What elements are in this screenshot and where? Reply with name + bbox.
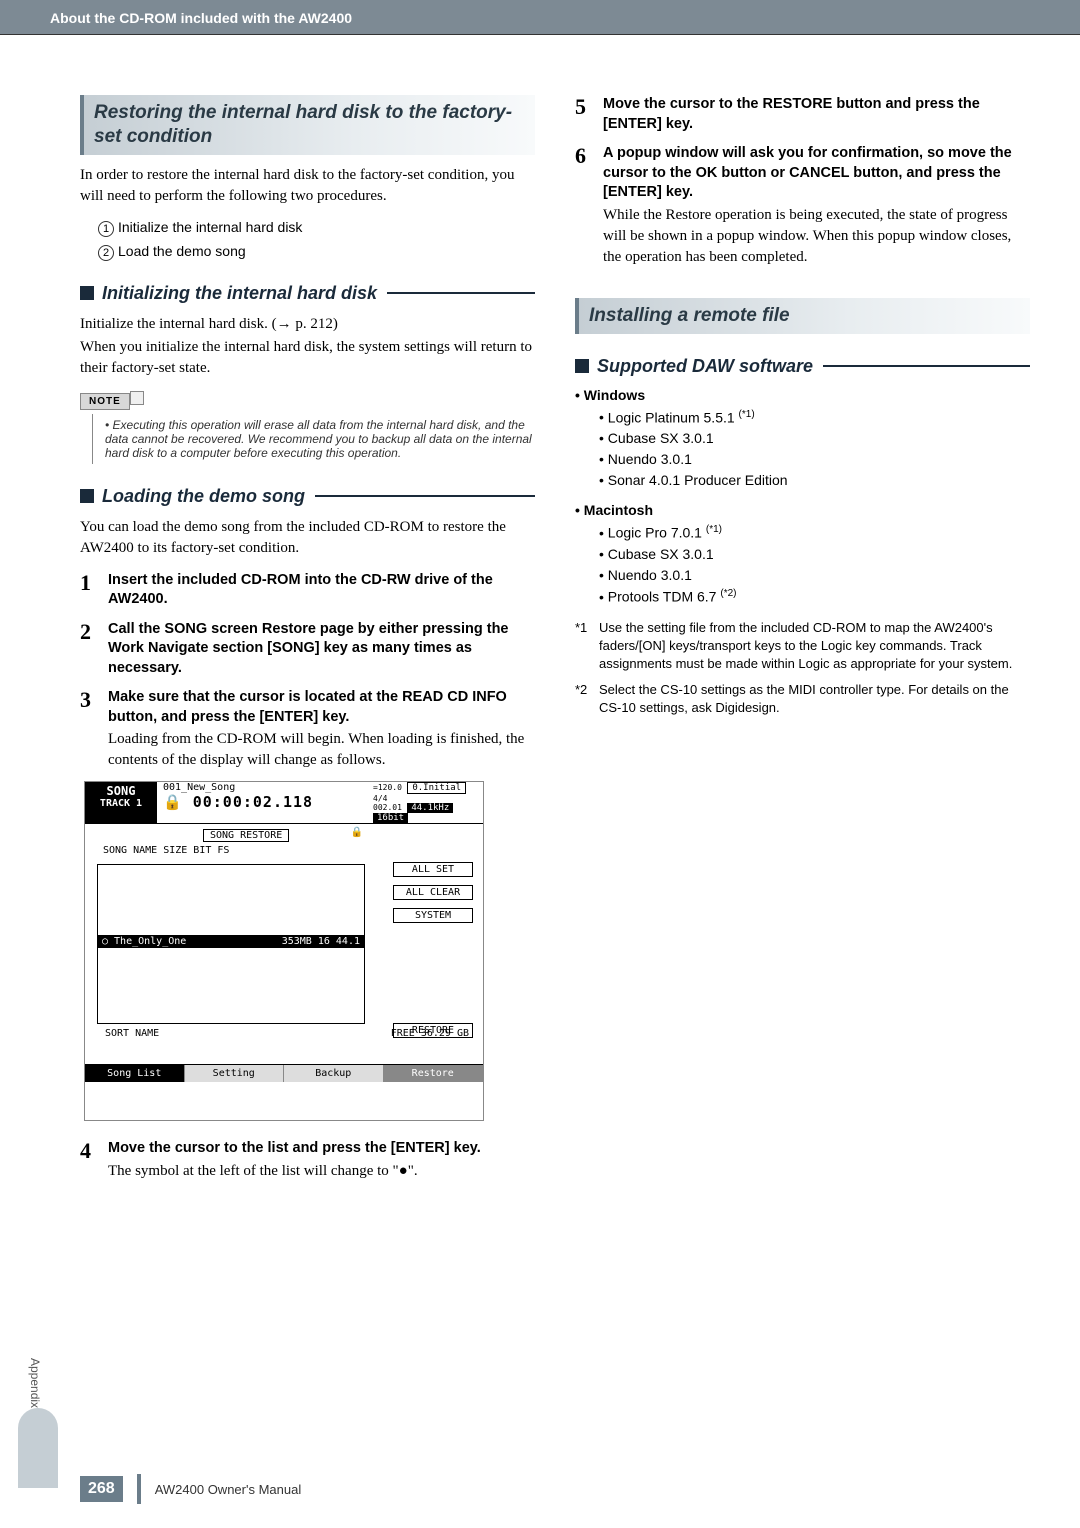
procedure-1: 1Initialize the internal hard disk bbox=[98, 219, 535, 237]
step-num: 6 bbox=[575, 144, 603, 268]
init-p2: When you initialize the internal hard di… bbox=[80, 337, 535, 379]
step-1: 1 Insert the included CD-ROM into the CD… bbox=[80, 571, 535, 610]
tab-setting[interactable]: Setting bbox=[185, 1065, 285, 1082]
mac-heading: • Macintosh bbox=[575, 502, 1030, 518]
step-num: 2 bbox=[80, 620, 108, 679]
section-title-install: Installing a remote file bbox=[575, 298, 1030, 334]
daw-item: Cubase SX 3.0.1 bbox=[599, 430, 1030, 446]
song-list[interactable]: ○ The_Only_One 353MB 16 44.1 bbox=[97, 864, 365, 1024]
screenshot-tabs: Song List Setting Backup Restore bbox=[85, 1064, 483, 1082]
restore-button[interactable]: RESTORE bbox=[393, 1023, 473, 1038]
screenshot-meter: =120.0 0.Initial 4/4 002.01 44.1kHz 16bi… bbox=[373, 782, 483, 823]
right-column: 5 Move the cursor to the RESTORE button … bbox=[575, 95, 1030, 1192]
intro-paragraph: In order to restore the internal hard di… bbox=[80, 165, 535, 207]
daw-item: Protools TDM 6.7 (*2) bbox=[599, 588, 1030, 605]
circled-2: 2 bbox=[98, 245, 114, 261]
appendix-tab: Appendix bbox=[28, 1358, 42, 1408]
screenshot-songinfo: 001_New_Song 🔒 00:00:02.118 bbox=[157, 782, 373, 823]
page-footer: 268 AW2400 Owner's Manual bbox=[80, 1474, 301, 1504]
lock-icon: 🔒 bbox=[351, 827, 363, 838]
footer-bar-icon bbox=[137, 1474, 141, 1504]
loading-intro: You can load the demo song from the incl… bbox=[80, 517, 535, 559]
windows-heading: • Windows bbox=[575, 387, 1030, 403]
step-2: 2 Call the SONG screen Restore page by e… bbox=[80, 620, 535, 679]
screenshot-body: SONG RESTORE SONG NAME SIZE BIT FS 🔒 ALL… bbox=[85, 824, 483, 1064]
step-num: 4 bbox=[80, 1139, 108, 1182]
mac-list: Logic Pro 7.0.1 (*1) Cubase SX 3.0.1 Nue… bbox=[599, 524, 1030, 604]
tab-songlist[interactable]: Song List bbox=[85, 1065, 185, 1082]
step-3: 3 Make sure that the cursor is located a… bbox=[80, 688, 535, 771]
step-5: 5 Move the cursor to the RESTORE button … bbox=[575, 95, 1030, 134]
procedure-list: 1Initialize the internal hard disk 2Load… bbox=[98, 219, 535, 261]
daw-item: Nuendo 3.0.1 bbox=[599, 567, 1030, 583]
screenshot-header: SONG TRACK 1 001_New_Song 🔒 00:00:02.118… bbox=[85, 782, 483, 824]
left-column: Restoring the internal hard disk to the … bbox=[80, 95, 535, 1192]
song-restore-screenshot: SONG TRACK 1 001_New_Song 🔒 00:00:02.118… bbox=[84, 781, 484, 1121]
note-box: NOTE • Executing this operation will era… bbox=[80, 391, 535, 464]
all-set-button[interactable]: ALL SET bbox=[393, 862, 473, 877]
side-buttons: ALL SET ALL CLEAR SYSTEM bbox=[393, 862, 473, 931]
subheading-daw: Supported DAW software bbox=[575, 356, 1030, 377]
page-header: About the CD-ROM included with the AW240… bbox=[0, 0, 1080, 35]
footnote-1: *1 Use the setting file from the include… bbox=[575, 619, 1030, 674]
step-num: 5 bbox=[575, 95, 603, 134]
footnote-2: *2 Select the CS-10 settings as the MIDI… bbox=[575, 681, 1030, 717]
manual-title: AW2400 Owner's Manual bbox=[155, 1482, 302, 1497]
step-num: 1 bbox=[80, 571, 108, 610]
column-headers: SONG NAME SIZE BIT FS bbox=[103, 845, 475, 856]
step-num: 3 bbox=[80, 688, 108, 771]
daw-item: Logic Platinum 5.5.1 (*1) bbox=[599, 409, 1030, 426]
section-title-restore: Restoring the internal hard disk to the … bbox=[80, 95, 535, 155]
step-4: 4 Move the cursor to the list and press … bbox=[80, 1139, 535, 1182]
daw-item: Logic Pro 7.0.1 (*1) bbox=[599, 524, 1030, 541]
tab-backup[interactable]: Backup bbox=[284, 1065, 384, 1082]
subheading-loading: Loading the demo song bbox=[80, 486, 535, 507]
daw-item: Sonar 4.0.1 Producer Edition bbox=[599, 472, 1030, 488]
page-number: 268 bbox=[80, 1476, 123, 1502]
content-area: Restoring the internal hard disk to the … bbox=[0, 35, 1080, 1192]
song-restore-label: SONG RESTORE bbox=[203, 829, 289, 842]
heading-line bbox=[387, 292, 535, 294]
daw-item: Cubase SX 3.0.1 bbox=[599, 546, 1030, 562]
list-row[interactable]: ○ The_Only_One 353MB 16 44.1 bbox=[98, 935, 364, 948]
screenshot-title: SONG TRACK 1 bbox=[85, 782, 157, 823]
step-6: 6 A popup window will ask you for confir… bbox=[575, 144, 1030, 268]
square-icon bbox=[80, 489, 94, 503]
heading-line bbox=[315, 495, 535, 497]
note-text: • Executing this operation will erase al… bbox=[92, 414, 535, 464]
breadcrumb-text: About the CD-ROM included with the AW240… bbox=[50, 10, 352, 26]
square-icon bbox=[80, 286, 94, 300]
square-icon bbox=[575, 359, 589, 373]
windows-list: Logic Platinum 5.5.1 (*1) Cubase SX 3.0.… bbox=[599, 409, 1030, 489]
daw-item: Nuendo 3.0.1 bbox=[599, 451, 1030, 467]
all-clear-button[interactable]: ALL CLEAR bbox=[393, 885, 473, 900]
circled-1: 1 bbox=[98, 221, 114, 237]
side-pill bbox=[18, 1408, 58, 1488]
note-label: NOTE bbox=[80, 393, 130, 410]
heading-line bbox=[823, 365, 1030, 367]
procedure-2: 2Load the demo song bbox=[98, 243, 535, 261]
pencil-icon bbox=[130, 391, 144, 405]
system-button[interactable]: SYSTEM bbox=[393, 908, 473, 923]
tab-restore[interactable]: Restore bbox=[384, 1065, 484, 1082]
init-p1: Initialize the internal hard disk. (→ p.… bbox=[80, 314, 535, 335]
subheading-initialize: Initializing the internal hard disk bbox=[80, 283, 535, 304]
